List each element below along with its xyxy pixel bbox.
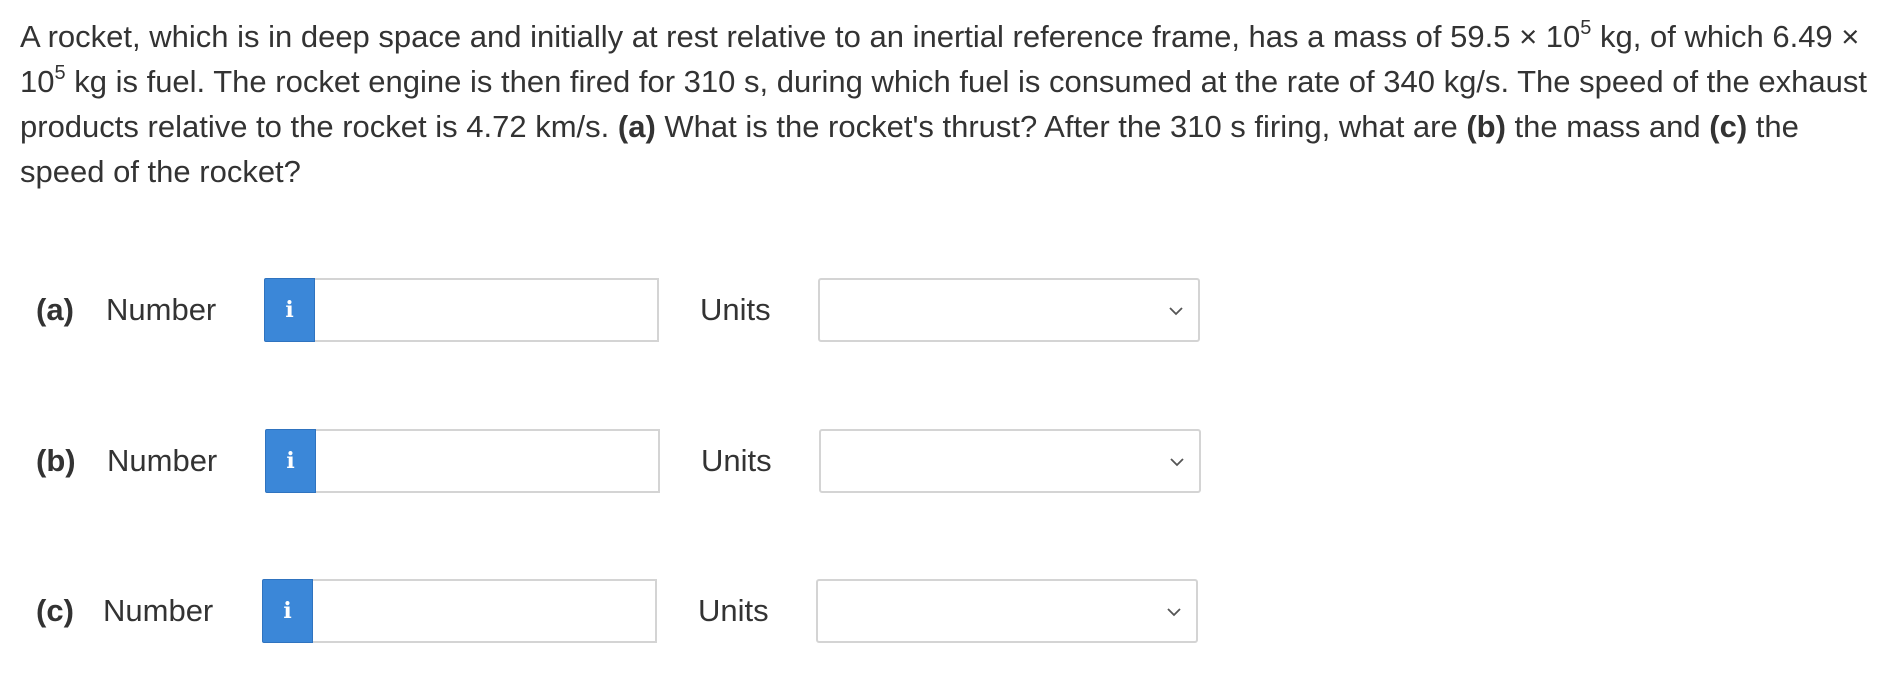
problem-text-5: the mass and <box>1505 109 1710 144</box>
chevron-down-icon <box>1167 608 1181 617</box>
problem-text-4: What is the rocket's thrust? After the 3… <box>655 109 1467 144</box>
info-icon[interactable]: i <box>264 278 315 342</box>
number-label: Number <box>107 443 218 478</box>
units-select-c[interactable] <box>816 579 1198 643</box>
part-label: (c) <box>36 593 74 628</box>
answer-row-c: (c) Number i Units <box>20 579 1320 645</box>
answer-row-a: (a) Number i Units <box>20 278 1320 344</box>
units-select-b[interactable] <box>819 429 1201 493</box>
number-input-a[interactable] <box>315 278 659 342</box>
exponent-2: 5 <box>54 61 66 84</box>
answer-row-b: (b) Number i Units <box>20 429 1320 495</box>
units-label: Units <box>701 443 772 478</box>
units-label: Units <box>698 593 769 628</box>
units-label: Units <box>700 292 771 327</box>
part-label: (a) <box>36 292 74 327</box>
info-icon[interactable]: i <box>265 429 316 493</box>
number-input-b[interactable] <box>316 429 660 493</box>
info-icon[interactable]: i <box>262 579 313 643</box>
number-input-c[interactable] <box>313 579 657 643</box>
number-label: Number <box>106 292 217 327</box>
part-a-ref: (a) <box>617 109 656 144</box>
part-c-ref: (c) <box>1709 109 1748 144</box>
number-label: Number <box>103 593 214 628</box>
chevron-down-icon <box>1170 458 1184 467</box>
part-label: (b) <box>36 443 76 478</box>
problem-text-1: A rocket, which is in deep space and ini… <box>20 19 1581 54</box>
problem-statement: A rocket, which is in deep space and ini… <box>20 14 1882 194</box>
part-b-ref: (b) <box>1466 109 1506 144</box>
exponent-1: 5 <box>1580 16 1592 39</box>
chevron-down-icon <box>1169 307 1183 316</box>
units-select-a[interactable] <box>818 278 1200 342</box>
